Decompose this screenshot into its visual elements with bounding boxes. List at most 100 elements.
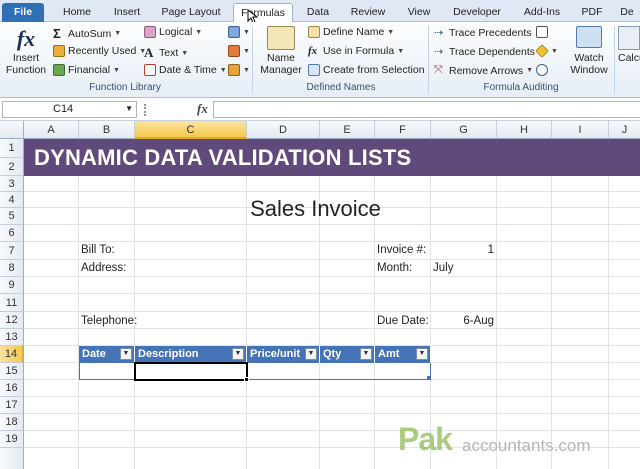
tab-review[interactable]: Review <box>342 3 394 22</box>
tab-formulas[interactable]: Formulas <box>233 3 293 22</box>
row-header[interactable]: 19 <box>0 431 24 448</box>
row-header[interactable]: 12 <box>0 312 24 329</box>
text-button[interactable]: A Text ▼ <box>144 45 188 61</box>
gridline <box>24 430 640 431</box>
formula-input[interactable] <box>213 101 640 118</box>
row-header[interactable]: 9 <box>0 277 24 294</box>
tab-developer[interactable]: Developer <box>444 3 510 22</box>
gridline <box>319 139 320 469</box>
row-header[interactable]: 17 <box>0 397 24 414</box>
calculation-options-label: Calcu <box>618 52 640 64</box>
trace-precedents-button[interactable]: ⇢ Trace Precedents <box>434 26 531 40</box>
chevron-down-icon: ▼ <box>195 28 203 36</box>
watch-window-button[interactable]: Watch Window <box>566 26 612 76</box>
tab-insert[interactable]: Insert <box>104 3 150 22</box>
chevron-down-icon[interactable]: ▼ <box>125 104 133 113</box>
insert-function-icon[interactable]: fx <box>197 101 208 117</box>
evaluate-formula-button[interactable] <box>536 64 548 76</box>
table-header-label: Amt <box>378 348 400 360</box>
recently-used-button[interactable]: Recently Used ▼ <box>53 45 146 57</box>
watch-window-label-2: Window <box>570 64 608 76</box>
date-time-button[interactable]: Date & Time ▼ <box>144 64 227 76</box>
trace-precedents-icon: ⇢ <box>434 27 444 39</box>
math-trig-icon <box>228 45 240 57</box>
row-header[interactable] <box>0 448 24 469</box>
logical-button[interactable]: Logical ▼ <box>144 26 202 38</box>
tab-home[interactable]: Home <box>52 3 102 22</box>
invoice-number-value[interactable]: 1 <box>431 244 494 256</box>
table-resize-handle[interactable] <box>427 376 431 380</box>
row-header[interactable]: 11 <box>0 294 24 312</box>
use-in-formula-label: Use in Formula <box>323 45 395 57</box>
define-name-button[interactable]: Define Name ▼ <box>308 26 394 38</box>
autosum-label: AutoSum <box>68 27 112 40</box>
tab-data[interactable]: Data <box>296 3 340 22</box>
tab-view[interactable]: View <box>396 3 442 22</box>
remove-arrows-label: Remove Arrows <box>449 64 524 77</box>
active-cell-c14[interactable] <box>134 362 248 381</box>
calculator-icon <box>618 26 640 50</box>
show-formulas-button[interactable] <box>536 26 548 38</box>
row-header[interactable]: 13 <box>0 329 24 346</box>
column-header[interactable]: B <box>79 121 135 139</box>
row-header[interactable]: 16 <box>0 380 24 397</box>
use-in-formula-button[interactable]: fx Use in Formula ▼ <box>308 45 404 57</box>
column-header-active[interactable]: C <box>135 121 247 139</box>
math-trig-button[interactable]: ▼ <box>228 45 250 57</box>
tab-more[interactable]: De <box>614 3 640 22</box>
row-header[interactable]: 8 <box>0 260 24 277</box>
row-header[interactable]: 5 <box>0 208 24 225</box>
row-header[interactable]: 6 <box>0 225 24 242</box>
tab-page-layout[interactable]: Page Layout <box>152 3 230 22</box>
define-name-icon <box>308 26 320 38</box>
column-header[interactable]: H <box>497 121 552 139</box>
row-header-active[interactable]: 14 <box>0 346 24 363</box>
fill-handle[interactable] <box>244 377 249 382</box>
tab-pdf[interactable]: PDF <box>574 3 610 22</box>
formula-bar-grip[interactable] <box>144 104 146 116</box>
tab-file[interactable]: File <box>2 3 44 22</box>
gridline <box>246 139 247 469</box>
column-header[interactable]: F <box>375 121 431 139</box>
filter-dropdown-icon[interactable]: ▼ <box>416 348 428 360</box>
row-header[interactable]: 15 <box>0 363 24 380</box>
filter-dropdown-icon[interactable]: ▼ <box>232 348 244 360</box>
column-header[interactable]: E <box>320 121 375 139</box>
text-a-icon: A <box>144 45 154 60</box>
row-header[interactable]: 7 <box>0 242 24 260</box>
create-from-selection-button[interactable]: Create from Selection <box>308 64 425 76</box>
row-header[interactable]: 4 <box>0 192 24 208</box>
column-header[interactable]: G <box>431 121 497 139</box>
name-manager-button[interactable]: Name Manager <box>258 26 304 76</box>
row-header[interactable]: 3 <box>0 176 24 192</box>
select-all-corner[interactable] <box>0 121 24 139</box>
row-header[interactable]: 2 <box>0 158 24 176</box>
column-header[interactable]: A <box>24 121 79 139</box>
insert-function-button[interactable]: fx Insert Function <box>4 26 48 76</box>
filter-dropdown-icon[interactable]: ▼ <box>305 348 317 360</box>
error-checking-button[interactable]: ▼ <box>535 44 558 58</box>
column-header[interactable]: I <box>552 121 609 139</box>
financial-label: Financial <box>68 64 111 76</box>
column-header[interactable]: J <box>609 121 640 139</box>
table-row[interactable] <box>79 363 431 380</box>
filter-dropdown-icon[interactable]: ▼ <box>120 348 132 360</box>
address-label: Address: <box>81 262 127 274</box>
due-date-value[interactable]: 6-Aug <box>431 315 494 327</box>
financial-button[interactable]: Financial ▼ <box>53 64 120 76</box>
more-functions-button[interactable]: ▼ <box>228 64 250 76</box>
row-header[interactable]: 18 <box>0 414 24 431</box>
worksheet-grid[interactable]: A B C D E F G H I J 1 2 3 4 5 6 7 8 9 11… <box>0 121 640 469</box>
trace-dependents-button[interactable]: ⇢ Trace Dependents <box>434 45 535 59</box>
month-value[interactable]: July <box>433 262 453 274</box>
name-box[interactable]: C14 ▼ <box>2 101 137 118</box>
bill-to-label: Bill To: <box>81 244 115 256</box>
filter-dropdown-icon[interactable]: ▼ <box>360 348 372 360</box>
row-header[interactable]: 1 <box>0 139 24 158</box>
lookup-reference-button[interactable]: ▼ <box>228 26 250 38</box>
calculation-options-button[interactable]: Calcu <box>618 26 640 64</box>
autosum-button[interactable]: Σ AutoSum ▼ <box>53 26 121 41</box>
column-header[interactable]: D <box>247 121 320 139</box>
tab-add-ins[interactable]: Add-Ins <box>512 3 572 22</box>
remove-arrows-button[interactable]: ⤧ Remove Arrows ▼ <box>434 64 533 77</box>
